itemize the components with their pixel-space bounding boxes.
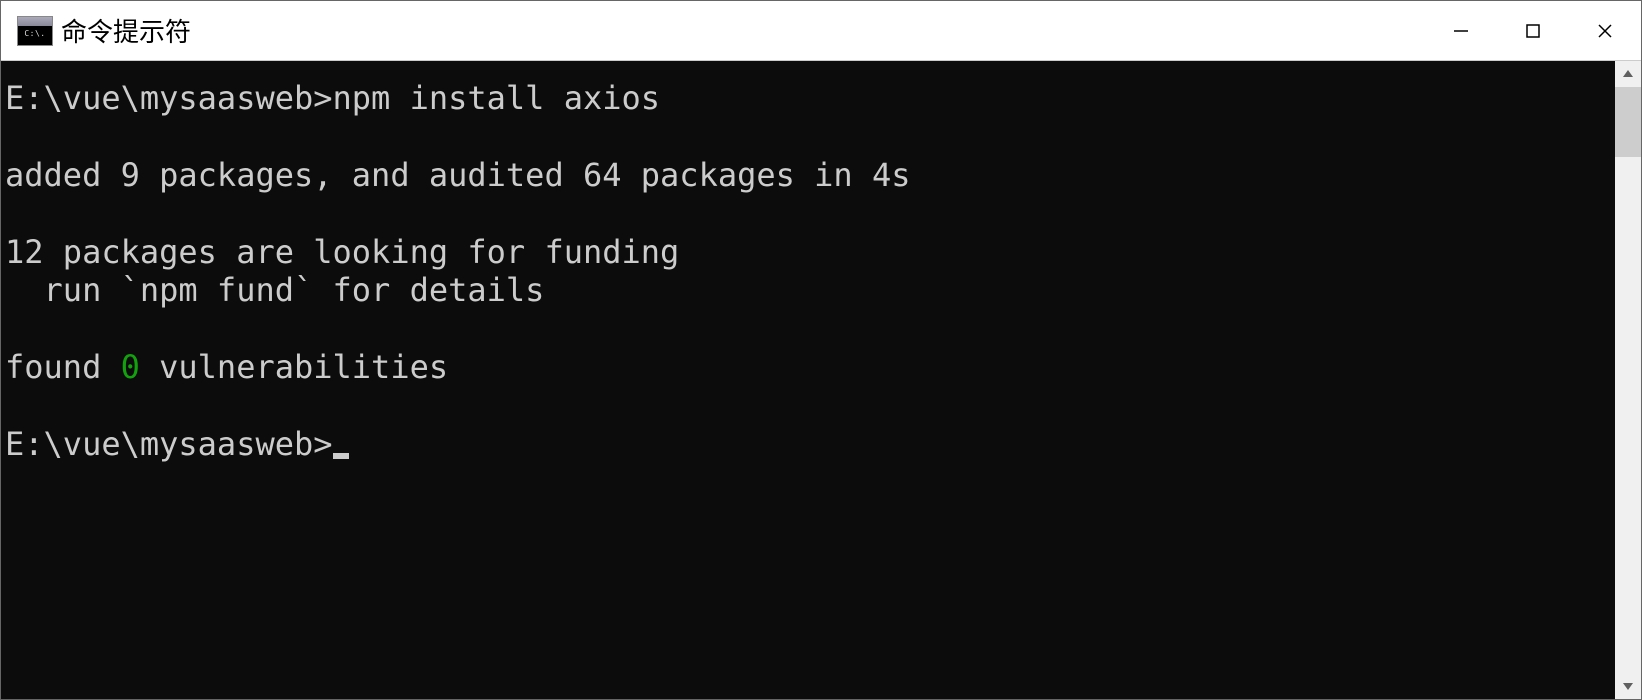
- vuln-suffix: vulnerabilities: [140, 348, 448, 386]
- output-added: added 9 packages, and audited 64 package…: [5, 156, 910, 194]
- scrollbar-track[interactable]: [1615, 87, 1641, 673]
- scroll-down-button[interactable]: [1615, 673, 1641, 699]
- prompt-line-2: E:\vue\mysaasweb>: [5, 425, 349, 463]
- vuln-count: 0: [121, 348, 140, 386]
- output-vuln-line: found 0 vulnerabilities: [5, 348, 448, 386]
- scrollbar-thumb[interactable]: [1615, 87, 1641, 157]
- prompt-2: E:\vue\mysaasweb>: [5, 425, 333, 463]
- titlebar-left: C:\. 命令提示符: [1, 12, 191, 49]
- output-funding-1: 12 packages are looking for funding: [5, 233, 679, 271]
- window-controls: [1425, 1, 1641, 60]
- terminal-area: E:\vue\mysaasweb>npm install axios added…: [1, 61, 1641, 699]
- scroll-up-button[interactable]: [1615, 61, 1641, 87]
- window-title: 命令提示符: [61, 12, 191, 49]
- prompt-1: E:\vue\mysaasweb>: [5, 79, 333, 117]
- vertical-scrollbar[interactable]: [1615, 61, 1641, 699]
- prompt-line-1: E:\vue\mysaasweb>npm install axios: [5, 79, 660, 117]
- cmd-icon: C:\.: [17, 16, 53, 46]
- output-funding-2: run `npm fund` for details: [5, 271, 544, 309]
- vuln-prefix: found: [5, 348, 121, 386]
- command-1: npm install axios: [333, 79, 661, 117]
- maximize-button[interactable]: [1497, 1, 1569, 60]
- close-button[interactable]: [1569, 1, 1641, 60]
- cursor: [333, 453, 349, 459]
- cmd-icon-label: C:\.: [24, 30, 45, 38]
- terminal-output[interactable]: E:\vue\mysaasweb>npm install axios added…: [1, 61, 1615, 699]
- window-titlebar: C:\. 命令提示符: [1, 1, 1641, 61]
- minimize-button[interactable]: [1425, 1, 1497, 60]
